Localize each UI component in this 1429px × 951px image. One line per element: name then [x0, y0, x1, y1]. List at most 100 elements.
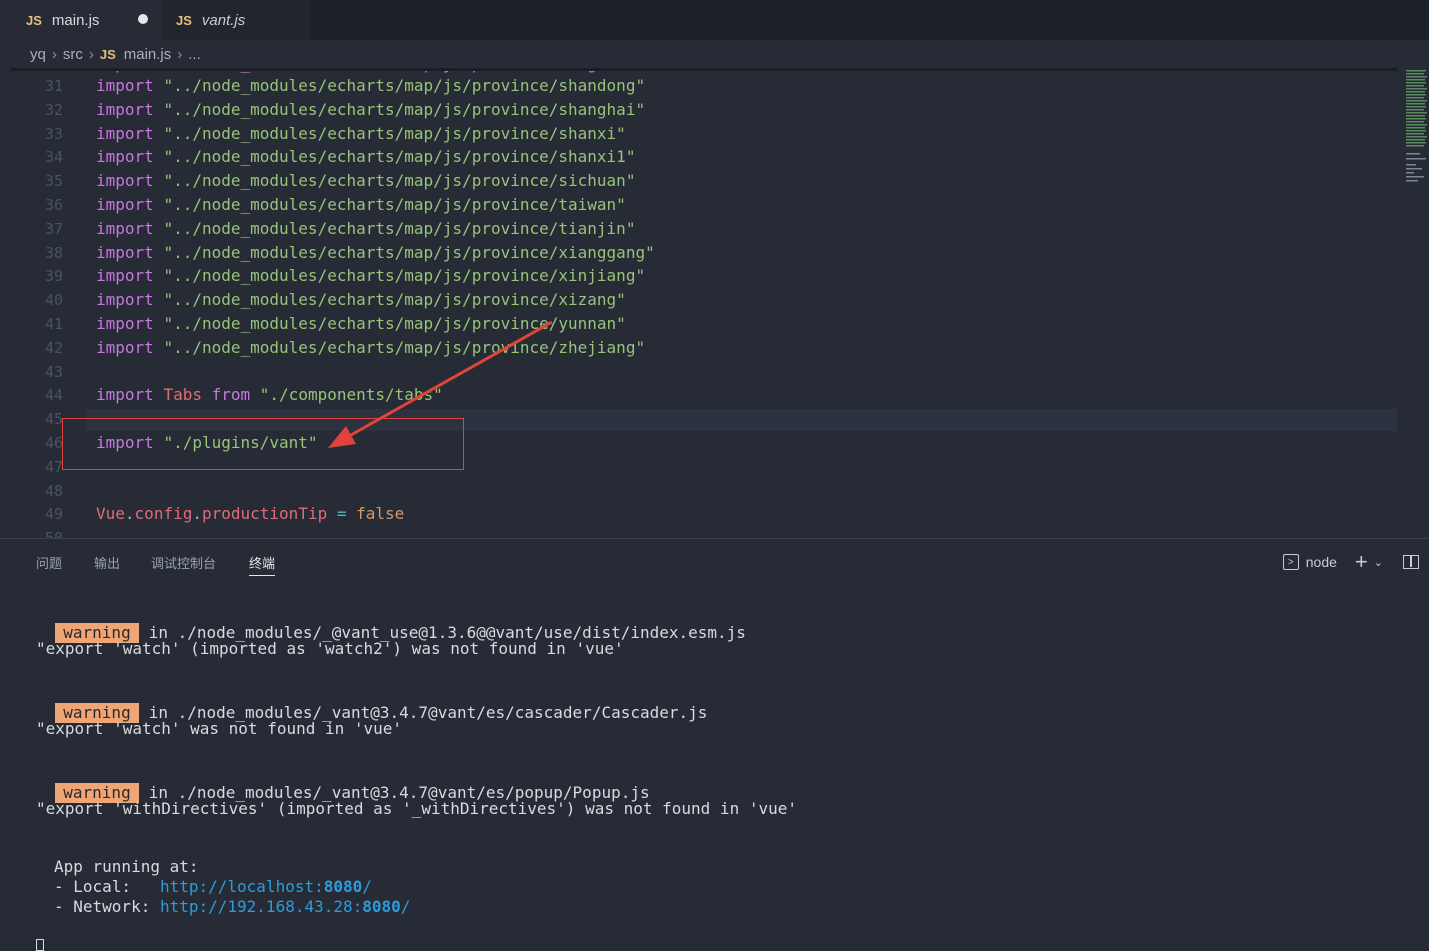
js-file-icon: JS	[26, 12, 42, 28]
line-number[interactable]: 35	[11, 169, 63, 193]
chevron-down-icon[interactable]: ⌄	[1374, 556, 1383, 569]
tab-problems[interactable]: 问题	[36, 553, 62, 572]
tab-debug-console[interactable]: 调试控制台	[151, 553, 216, 572]
line-number[interactable]: 43	[11, 360, 63, 384]
chevron-right-icon: ›	[51, 45, 57, 63]
code-keyword: import	[96, 242, 154, 262]
code-identifier: Tabs	[163, 385, 202, 405]
line-number[interactable]: 46	[11, 431, 63, 455]
add-terminal-icon[interactable]: +	[1355, 551, 1368, 573]
code-line: 49 Vue.config.productionTip = false	[11, 502, 1397, 526]
line-number[interactable]: 50	[11, 526, 63, 538]
code-line: 32 import "../node_modules/echarts/map/js…	[11, 98, 1397, 122]
code-keyword: from	[211, 385, 251, 405]
code-text: import "../node_modules/echarts/map/js/p…	[96, 98, 645, 122]
chevron-right-icon: ›	[88, 45, 94, 63]
tab-output[interactable]: 输出	[94, 553, 120, 572]
code-object: Vue	[96, 504, 125, 524]
breadcrumb-item-src[interactable]: src	[63, 46, 83, 63]
code-string: "../node_modules/echarts/map/js/province…	[163, 218, 636, 238]
code-property: productionTip	[201, 504, 328, 524]
code-keyword: import	[96, 123, 154, 143]
code-string: "../node_modules/echarts/map/js/province…	[163, 123, 626, 143]
code-line: 35 import "../node_modules/echarts/map/js…	[11, 169, 1397, 193]
code-operator: =	[336, 504, 347, 524]
line-number[interactable]: 49	[11, 502, 63, 526]
code-text: import "../node_modules/echarts/map/js/p…	[96, 122, 626, 146]
code-line: 34 import "../node_modules/echarts/map/js…	[11, 145, 1397, 169]
split-terminal-icon[interactable]	[1403, 555, 1419, 569]
js-file-icon: JS	[176, 12, 192, 28]
code-line: 31 import "../node_modules/echarts/map/js…	[11, 74, 1397, 98]
line-number[interactable]: 45	[11, 407, 63, 431]
local-url-link[interactable]: http://localhost:8080/	[160, 877, 372, 896]
network-port: 8080	[362, 897, 401, 916]
tab-main-js[interactable]: JS main.js	[0, 0, 162, 40]
code-keyword: import	[96, 290, 154, 310]
line-number[interactable]: 40	[11, 288, 63, 312]
breadcrumb-item-yq[interactable]: yq	[30, 46, 46, 63]
minimap[interactable]	[1404, 68, 1429, 188]
terminal-warning-line: warning in ./node_modules/_vant@3.4.7@van…	[36, 757, 650, 803]
code-keyword: import	[96, 314, 154, 333]
code-text: Vue.config.productionTip = false	[96, 504, 405, 524]
tab-terminal[interactable]: 终端	[249, 553, 276, 576]
code-string: "../node_modules/echarts/map/js/province…	[163, 266, 646, 286]
line-number[interactable]: 44	[11, 383, 63, 407]
code-text: import "../node_modules/echarts/map/js/p…	[96, 241, 655, 265]
code-text: import "../node_modules/echarts/map/js/p…	[96, 288, 626, 312]
network-suffix: /	[400, 897, 411, 916]
local-url-line: - Local: http://localhost:8080/	[54, 877, 372, 897]
code-text: import "../node_modules/echarts/map/js/p…	[96, 217, 635, 241]
line-number[interactable]: 37	[11, 217, 63, 241]
line-number[interactable]: 47	[11, 455, 63, 479]
line-number[interactable]: 32	[11, 98, 63, 122]
terminal-icon[interactable]: >	[1282, 554, 1299, 570]
code-line: 41 import "../node_modules/echarts/map/js…	[11, 312, 1397, 336]
code-line: 48	[11, 479, 1397, 503]
code-string: "../node_modules/echarts/map/js/province…	[163, 99, 646, 119]
network-url-link[interactable]: http://192.168.43.28:8080/	[160, 897, 410, 916]
line-number[interactable]: 36	[11, 193, 63, 217]
line-number[interactable]: 42	[11, 336, 63, 360]
terminal-message-line: "export 'withDirectives' (imported as '_…	[36, 799, 797, 818]
line-number[interactable]: 38	[11, 241, 63, 265]
terminal-message-line: "export 'watch' (imported as 'watch2') w…	[36, 639, 624, 658]
breadcrumb-item-file[interactable]: main.js	[124, 46, 172, 63]
line-number[interactable]: 34	[11, 145, 63, 169]
terminal-actions: > node + ⌄	[1282, 549, 1429, 575]
code-line: 40 import "../node_modules/echarts/map/js…	[11, 288, 1397, 312]
code-string: "../node_modules/echarts/map/js/province…	[163, 147, 636, 167]
js-file-icon: JS	[99, 46, 116, 62]
code-text: import "../node_modules/echarts/map/js/p…	[96, 193, 626, 217]
code-line: 44 import Tabs from "./components/tabs"	[11, 383, 1397, 407]
code-line: 50	[11, 526, 1397, 538]
editor-tab-bar: JS main.js JS vant.js	[0, 0, 1429, 40]
breadcrumb-item-symbol[interactable]: ...	[188, 46, 201, 63]
line-number[interactable]: 48	[11, 479, 63, 503]
tab-label: main.js	[51, 11, 100, 29]
network-url-line: - Network: http://192.168.43.28:8080/	[54, 897, 410, 917]
code-line: 39 import "../node_modules/echarts/map/js…	[11, 264, 1397, 288]
network-url: http://192.168.43.28:	[159, 897, 363, 916]
terminal-message-line: "export 'watch' was not found in 'vue'	[36, 719, 403, 738]
code-keyword: import	[96, 337, 154, 357]
code-line: 42 import "../node_modules/echarts/map/js…	[11, 336, 1397, 360]
scroll-shadow	[11, 68, 1397, 71]
line-number[interactable]: 31	[11, 74, 63, 98]
annotation-arrow-icon	[328, 320, 553, 448]
local-port: 8080	[323, 877, 363, 896]
code-keyword: import	[96, 147, 154, 167]
line-number[interactable]: 39	[11, 264, 63, 288]
code-line: 38 import "../node_modules/echarts/map/js…	[11, 241, 1397, 265]
tab-vant-js[interactable]: JS vant.js	[162, 0, 310, 40]
unsaved-dot-icon[interactable]	[138, 14, 148, 24]
breadcrumb: yq › src › JS main.js › ...	[0, 40, 1429, 68]
local-url: http://localhost:	[159, 877, 324, 896]
line-number[interactable]: 41	[11, 312, 63, 336]
line-number[interactable]: 33	[11, 122, 63, 146]
code-keyword: import	[96, 218, 154, 238]
terminal-name[interactable]: node	[1306, 554, 1337, 570]
network-label: - Network:	[54, 897, 160, 916]
code-property: config	[134, 504, 193, 524]
